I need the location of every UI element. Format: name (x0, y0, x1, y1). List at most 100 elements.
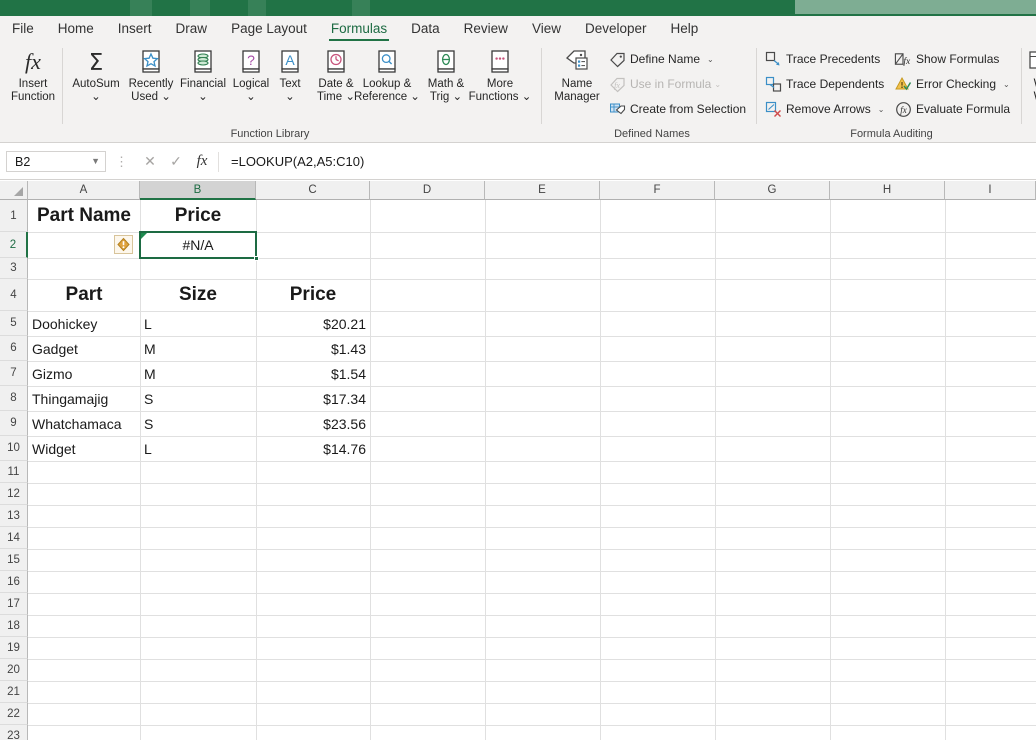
tab-data[interactable]: Data (399, 16, 452, 42)
row-header-8[interactable]: 8 (0, 386, 28, 411)
cell-area[interactable]: Part Name Price #N/A Part Size Price Doohickey… (28, 200, 1036, 740)
row-header-2[interactable]: 2 (0, 232, 28, 258)
column-headers[interactable]: ABCDEFGHI (0, 181, 1036, 200)
row-header-7[interactable]: 7 (0, 361, 28, 386)
row-header-16[interactable]: 16 (0, 571, 28, 593)
financial-button[interactable]: Financial ⌄ (176, 46, 230, 120)
column-header-d[interactable]: D (370, 181, 485, 200)
row-header-9[interactable]: 9 (0, 411, 28, 436)
insert-function-bar-button[interactable]: fx (189, 151, 215, 173)
cell-a9[interactable]: Whatchamaca (28, 411, 140, 436)
row-header-10[interactable]: 10 (0, 436, 28, 461)
cell-b2[interactable]: #N/A (140, 232, 256, 258)
cell-b5[interactable]: L (140, 311, 256, 336)
row-header-5[interactable]: 5 (0, 311, 28, 336)
create-from-selection-button[interactable]: Create from Selection (608, 98, 746, 120)
cell-b9[interactable]: S (140, 411, 256, 436)
error-checking-caret-icon[interactable]: ⌄ (1003, 80, 1010, 89)
watch-window-button[interactable]: W W (1024, 46, 1036, 120)
cell-b8[interactable]: S (140, 386, 256, 411)
qat-undo-icon[interactable] (190, 0, 210, 16)
column-header-f[interactable]: F (600, 181, 715, 200)
financial-caret-icon[interactable]: ⌄ (198, 91, 208, 104)
row-header-22[interactable]: 22 (0, 703, 28, 725)
chevron-down-icon[interactable]: ▼ (91, 156, 100, 166)
autosum-button[interactable]: Σ AutoSum ⌄ (68, 46, 124, 120)
row-header-23[interactable]: 23 (0, 725, 28, 740)
tab-draw[interactable]: Draw (164, 16, 220, 42)
cell-a7[interactable]: Gizmo (28, 361, 140, 386)
search-box[interactable] (795, 0, 1036, 14)
text-caret-icon[interactable]: ⌄ (285, 91, 295, 104)
tab-help[interactable]: Help (659, 16, 711, 42)
spreadsheet-grid[interactable]: Part Name Price #N/A Part Size Price Doohickey… (0, 181, 1036, 740)
cell-a10[interactable]: Widget (28, 436, 140, 461)
row-header-11[interactable]: 11 (0, 461, 28, 483)
error-diamond-icon[interactable] (114, 235, 133, 254)
column-header-i[interactable]: I (945, 181, 1036, 200)
row-header-13[interactable]: 13 (0, 505, 28, 527)
logical-caret-icon[interactable]: ⌄ (246, 91, 256, 104)
more-functions-button[interactable]: More Functions ⌄ (467, 46, 533, 120)
cell-c7[interactable]: $1.54 (256, 361, 370, 386)
row-header-1[interactable]: 1 (0, 200, 28, 232)
cell-b6[interactable]: M (140, 336, 256, 361)
tab-review[interactable]: Review (452, 16, 520, 42)
cell-a5[interactable]: Doohickey (28, 311, 140, 336)
enter-formula-button[interactable]: ✓ (163, 151, 189, 173)
trace-dependents-button[interactable]: Trace Dependents (764, 73, 884, 95)
qat-autosave-icon[interactable] (352, 0, 370, 16)
cell-c9[interactable]: $23.56 (256, 411, 370, 436)
evaluate-formula-button[interactable]: fx Evaluate Formula (894, 98, 1010, 120)
row-header-15[interactable]: 15 (0, 549, 28, 571)
remove-arrows-button[interactable]: Remove Arrows ⌄ (764, 98, 884, 120)
tab-file[interactable]: File (0, 16, 46, 42)
show-formulas-button[interactable]: fx Show Formulas (894, 48, 999, 70)
column-header-h[interactable]: H (830, 181, 945, 200)
tab-page-layout[interactable]: Page Layout (219, 16, 319, 42)
row-header-20[interactable]: 20 (0, 659, 28, 681)
column-header-g[interactable]: G (715, 181, 830, 200)
tab-developer[interactable]: Developer (573, 16, 659, 42)
define-name-button[interactable]: Define Name ⌄ (608, 48, 714, 70)
autosum-caret-icon[interactable]: ⌄ (91, 91, 101, 104)
cell-b1[interactable]: Price (140, 200, 256, 232)
lookup-reference-button[interactable]: Lookup & Reference ⌄ (354, 46, 420, 120)
column-header-a[interactable]: A (28, 181, 140, 200)
cell-c6[interactable]: $1.43 (256, 336, 370, 361)
recently-used-button[interactable]: Recently Used ⌄ (124, 46, 178, 120)
cancel-formula-button[interactable]: ✕ (137, 151, 163, 173)
cell-a6[interactable]: Gadget (28, 336, 140, 361)
math-trig-button[interactable]: Math & Trig ⌄ (419, 46, 473, 120)
name-manager-button[interactable]: Name Manager (548, 46, 606, 120)
tab-formulas[interactable]: Formulas (319, 16, 399, 42)
insert-function-button[interactable]: fx Insert Function (6, 46, 60, 120)
column-header-b[interactable]: B (140, 181, 256, 200)
tab-insert[interactable]: Insert (106, 16, 164, 42)
cell-c10[interactable]: $14.76 (256, 436, 370, 461)
tab-home[interactable]: Home (46, 16, 106, 42)
tab-view[interactable]: View (520, 16, 573, 42)
qat-redo-icon[interactable] (248, 0, 266, 16)
row-header-18[interactable]: 18 (0, 615, 28, 637)
select-all-corner[interactable] (0, 181, 28, 200)
cell-a4[interactable]: Part (28, 279, 140, 311)
column-header-e[interactable]: E (485, 181, 600, 200)
row-header-6[interactable]: 6 (0, 336, 28, 361)
cell-c5[interactable]: $20.21 (256, 311, 370, 336)
qat-save-icon[interactable] (130, 0, 152, 16)
define-name-caret-icon[interactable]: ⌄ (707, 55, 714, 64)
name-box[interactable]: B2 ▼ (6, 151, 106, 172)
row-header-14[interactable]: 14 (0, 527, 28, 549)
column-header-c[interactable]: C (256, 181, 370, 200)
error-checking-button[interactable]: Error Checking ⌄ (894, 73, 1010, 95)
formula-input[interactable]: =LOOKUP(A2,A5:C10) (219, 151, 1036, 173)
row-header-3[interactable]: 3 (0, 258, 28, 279)
row-header-4[interactable]: 4 (0, 279, 28, 311)
text-button[interactable]: A Text ⌄ (268, 46, 312, 120)
cell-c8[interactable]: $17.34 (256, 386, 370, 411)
row-header-19[interactable]: 19 (0, 637, 28, 659)
cell-c4[interactable]: Price (256, 279, 370, 311)
cell-b4[interactable]: Size (140, 279, 256, 311)
cell-a8[interactable]: Thingamajig (28, 386, 140, 411)
